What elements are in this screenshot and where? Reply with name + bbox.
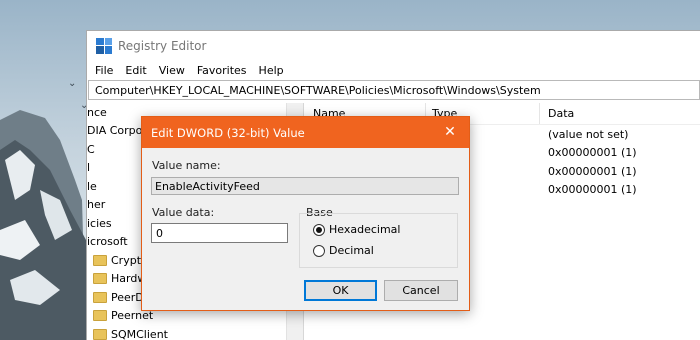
tree-item-label: nce xyxy=(87,105,107,119)
ok-button[interactable]: OK xyxy=(304,280,377,301)
tree-item-label: DIA Corpor xyxy=(87,124,147,138)
row-data: 0x00000001 (1) xyxy=(548,164,637,178)
folder-icon xyxy=(93,328,107,340)
radio-unselected-icon xyxy=(313,244,325,257)
registry-editor-icon xyxy=(96,37,112,54)
decimal-label: Decimal xyxy=(329,244,374,257)
tree-item-label: her xyxy=(87,198,106,212)
tree-item-label: l xyxy=(87,161,91,175)
value-data-label: Value data: xyxy=(152,206,215,219)
address-bar[interactable]: Computer\HKEY_LOCAL_MACHINE\SOFTWARE\Pol… xyxy=(88,80,700,100)
value-data-input[interactable]: 0 xyxy=(151,223,288,243)
radio-selected-icon xyxy=(313,223,325,236)
hexadecimal-label: Hexadecimal xyxy=(329,223,401,236)
cancel-button[interactable]: Cancel xyxy=(384,280,458,301)
folder-icon xyxy=(93,254,107,266)
menu-view[interactable]: View xyxy=(159,64,185,77)
menu-file[interactable]: File xyxy=(95,64,113,77)
tree-item-label: C xyxy=(87,142,95,156)
row-data: (value not set) xyxy=(548,127,629,141)
tree-item-label: le xyxy=(87,179,97,193)
watermark-logo xyxy=(565,281,689,326)
bird-decoration: ⌄ xyxy=(68,78,77,89)
row-data: 0x00000001 (1) xyxy=(548,146,637,160)
row-data: 0x00000001 (1) xyxy=(548,183,637,197)
dialog-title: Edit DWORD (32-bit) Value xyxy=(151,125,305,140)
column-data[interactable]: Data xyxy=(540,103,574,124)
window-title: Registry Editor xyxy=(118,38,207,53)
tree-item-label: icrosoft xyxy=(87,235,128,249)
menu-help[interactable]: Help xyxy=(259,64,284,77)
tree-item-label: Peernet xyxy=(111,309,154,323)
menu-favorites[interactable]: Favorites xyxy=(197,64,247,77)
base-group xyxy=(299,213,458,268)
tree-item-label: icies xyxy=(87,216,112,230)
tree-item-label: SQMClient xyxy=(111,327,168,340)
tree-item[interactable]: SQMClient xyxy=(87,325,303,340)
dialog-title-bar[interactable]: Edit DWORD (32-bit) Value ✕ xyxy=(142,117,469,148)
edit-dword-dialog: Edit DWORD (32-bit) Value ✕ Value name: … xyxy=(141,116,470,311)
title-bar[interactable]: Registry Editor xyxy=(87,31,700,60)
folder-icon xyxy=(93,291,107,303)
value-name-field: EnableActivityFeed xyxy=(151,177,459,195)
hexadecimal-radio[interactable]: Hexadecimal xyxy=(313,223,400,236)
menu-bar: File Edit View Favorites Help xyxy=(87,60,700,80)
menu-edit[interactable]: Edit xyxy=(125,64,146,77)
decimal-radio[interactable]: Decimal xyxy=(313,244,374,257)
folder-icon xyxy=(93,273,107,285)
value-name-label: Value name: xyxy=(152,159,221,172)
close-icon[interactable]: ✕ xyxy=(441,123,459,141)
folder-icon xyxy=(93,310,107,322)
